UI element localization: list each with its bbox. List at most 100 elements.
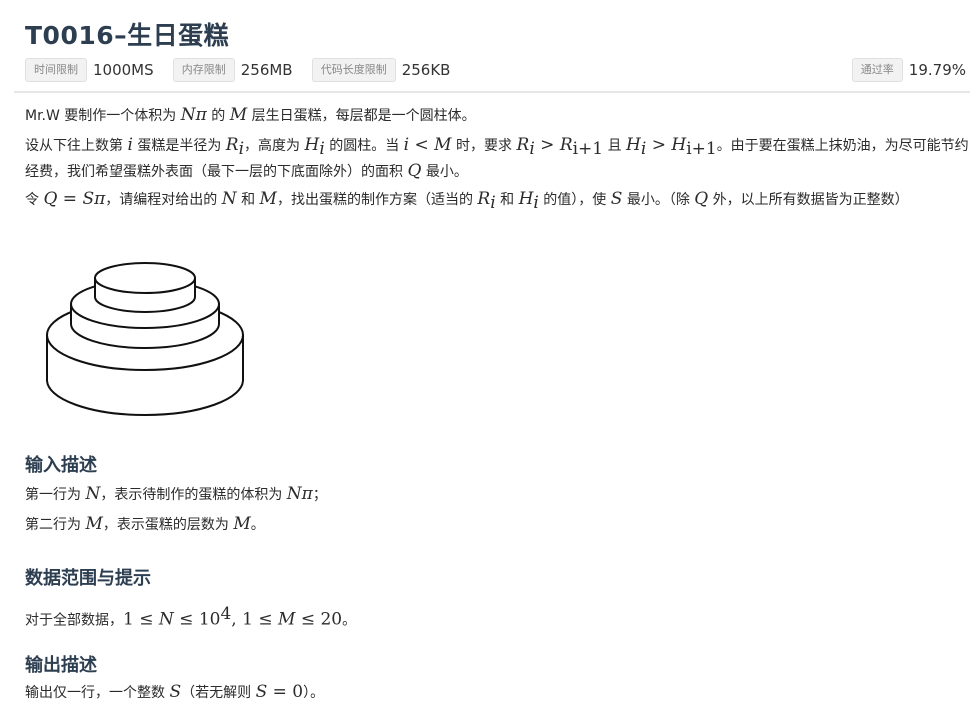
- text: 层生日蛋糕，每层都是一个圆柱体。: [247, 108, 476, 124]
- math-N: N: [221, 189, 237, 209]
- math-num: 0: [292, 682, 304, 702]
- text: ，表示蛋糕的层数为: [102, 517, 234, 533]
- text: ，找出蛋糕的制作方案（适当的: [276, 192, 478, 208]
- problem-page: T0016–生日蛋糕 时间限制 1000MS 内存限制 256MB 代码长度限制 25…: [0, 0, 980, 712]
- text: ；: [312, 487, 327, 503]
- description-paragraph-1: Mr.W 要制作一个体积为 Nπ 的 M 层生日蛋糕，每层都是一个圆柱体。: [25, 104, 970, 127]
- text: 的圆柱。当: [324, 138, 404, 154]
- math-M: M: [229, 105, 248, 125]
- time-limit-value: 1000MS: [93, 61, 154, 79]
- range-line: 对于全部数据，1 ≤ N ≤ 104, 1 ≤ M ≤ 20。: [25, 603, 970, 632]
- math-N: N: [180, 105, 196, 125]
- math-H: H: [671, 135, 687, 155]
- text: 令: [25, 192, 44, 208]
- math-H: H: [626, 135, 641, 155]
- math-Q: Q: [694, 189, 709, 209]
- math-sup: 4: [220, 604, 232, 624]
- text: 第二行为: [25, 517, 86, 533]
- math-eq: =: [57, 189, 83, 209]
- range-heading: 数据范围与提示: [25, 568, 151, 589]
- text: 。: [342, 612, 357, 629]
- math-N: N: [286, 484, 302, 504]
- text: 时，要求: [451, 138, 517, 154]
- math-le: ≤: [295, 609, 321, 630]
- text: Mr.W 要制作一个体积为: [25, 108, 181, 124]
- math-H: H: [304, 135, 320, 155]
- math-N: N: [85, 484, 101, 504]
- math-R: R: [559, 135, 573, 155]
- math-num: 1: [242, 609, 253, 630]
- time-limit-tag: 时间限制: [25, 58, 87, 82]
- input-line-2: 第二行为 M，表示蛋糕的层数为 M。: [25, 513, 970, 536]
- text: ，高度为: [244, 138, 305, 154]
- output-line: 输出仅一行，一个整数 S（若无解则 S = 0）。: [25, 681, 970, 704]
- text: ，请编程对给出的: [105, 192, 222, 208]
- math-M: M: [233, 514, 251, 534]
- math-sub: i+1: [572, 138, 604, 159]
- pass-rate: 通过率 19.79%: [851, 58, 966, 82]
- text: 的: [206, 108, 230, 124]
- problem-title: T0016–生日蛋糕: [25, 21, 230, 50]
- math-lt: <: [409, 135, 435, 155]
- text: 和: [236, 192, 260, 208]
- cake-top-tier-top: [94, 262, 196, 294]
- math-sub: i+1: [686, 138, 717, 159]
- math-M: M: [278, 609, 296, 630]
- math-R: R: [225, 135, 239, 155]
- math-Q: Q: [43, 189, 58, 209]
- math-S: S: [169, 682, 182, 702]
- text: ，表示待制作的蛋糕的体积为: [100, 487, 287, 503]
- math-pi: π: [94, 189, 106, 209]
- text: 外，以上所有数据皆为正整数）: [708, 192, 909, 208]
- math-comma: ,: [231, 609, 243, 630]
- math-num: 20: [320, 609, 343, 630]
- text: 第一行为: [25, 487, 86, 503]
- text: ）。: [303, 685, 325, 701]
- math-gt: >: [534, 135, 560, 155]
- math-S: S: [610, 189, 623, 209]
- math-H: H: [518, 189, 534, 209]
- math-N: N: [158, 609, 174, 630]
- math-pi: π: [301, 484, 313, 504]
- description-paragraph-3: 令 Q = Sπ，请编程对给出的 N 和 M，找出蛋糕的制作方案（适当的 Ri …: [25, 188, 970, 214]
- math-M: M: [85, 514, 103, 534]
- text: 。: [250, 517, 265, 533]
- text: 设从下往上数第: [25, 138, 128, 154]
- math-le: ≤: [173, 609, 199, 630]
- text: 蛋糕是半径为: [132, 138, 226, 154]
- text: 输出仅一行，一个整数: [25, 685, 170, 701]
- math-eq: =: [267, 682, 293, 702]
- cake-illustration: [46, 262, 244, 416]
- math-num: 10: [198, 609, 221, 630]
- math-S: S: [255, 682, 268, 702]
- text: 的值），使: [538, 192, 611, 208]
- math-pi: π: [195, 105, 207, 125]
- output-heading: 输出描述: [25, 655, 97, 676]
- math-le: ≤: [133, 609, 159, 630]
- math-M: M: [259, 189, 277, 209]
- text: 和: [495, 192, 519, 208]
- math-S: S: [82, 189, 95, 209]
- memory-limit-tag: 内存限制: [172, 58, 235, 82]
- input-heading: 输入描述: [25, 455, 97, 476]
- math-R: R: [516, 135, 530, 155]
- limits-bar: 时间限制 1000MS 内存限制 256MB 代码长度限制 256KB 通过率 19.7…: [25, 58, 966, 82]
- pass-rate-value: 19.79%: [908, 61, 966, 79]
- math-num: 1: [123, 609, 134, 630]
- divider: [14, 91, 970, 93]
- text: 且: [603, 138, 627, 154]
- code-length-value: 256KB: [401, 61, 451, 79]
- code-length-tag: 代码长度限制: [311, 58, 396, 82]
- text: （若无解则: [181, 685, 256, 701]
- math-M: M: [434, 135, 452, 155]
- input-line-1: 第一行为 N，表示待制作的蛋糕的体积为 Nπ；: [25, 483, 970, 506]
- text: 最小。: [421, 163, 468, 180]
- text: 最小。（除: [622, 192, 695, 208]
- description-paragraph-2: 设从下往上数第 i 蛋糕是半径为 Ri，高度为 Hi 的圆柱。当 i < M 时…: [25, 134, 970, 183]
- math-Q: Q: [407, 160, 422, 181]
- math-le: ≤: [252, 609, 278, 630]
- memory-limit-value: 256MB: [240, 61, 293, 79]
- pass-rate-tag: 通过率: [851, 58, 903, 82]
- math-R: R: [477, 189, 491, 209]
- math-gt: >: [646, 135, 672, 155]
